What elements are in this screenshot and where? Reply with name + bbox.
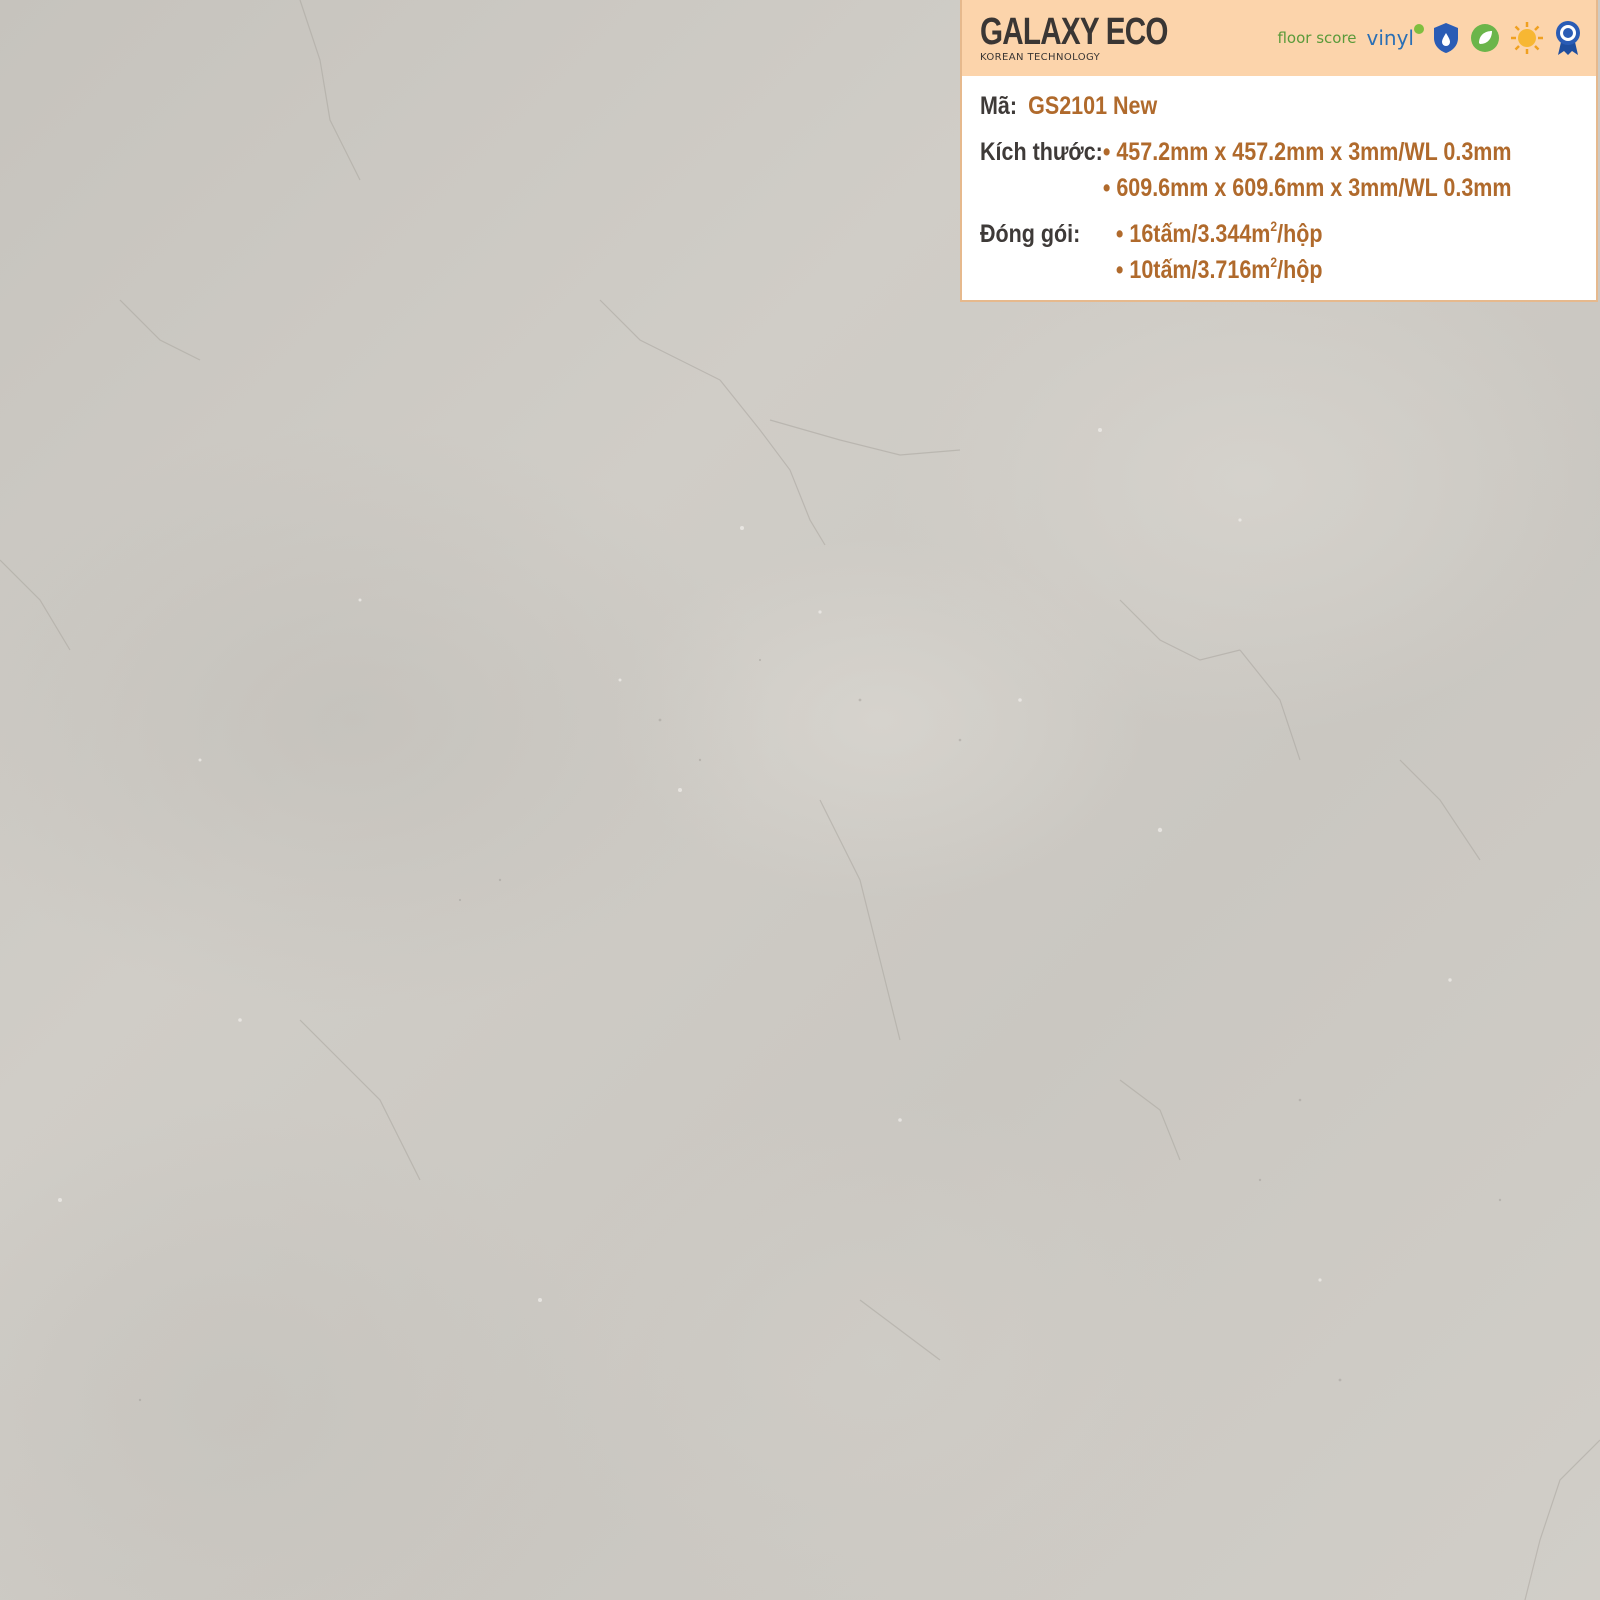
certification-badges: floor score vinyl (1277, 20, 1582, 56)
waterproof-icon (1434, 23, 1458, 53)
brand-name: GALAXY ECO (980, 11, 1168, 53)
product-details: Mã: GS2101 New Kích thước: • 457.2mm x 4… (962, 76, 1596, 288)
size-label: Kích thước: (980, 138, 1103, 166)
vinyl-badge: vinyl (1366, 24, 1424, 50)
product-code-row: Mã: GS2101 New (980, 88, 1494, 124)
uv-sun-icon (1511, 22, 1543, 54)
brand-logo: GALAXY ECO KOREAN TECHNOLOGY (980, 13, 1221, 63)
product-pack-row: Đóng gói: • 16tấm/3.344m2/hộp • 10tấm/3.… (980, 216, 1494, 288)
vinyl-text: vinyl (1366, 26, 1414, 50)
floorscore-badge: floor score (1277, 28, 1357, 47)
pack-item: • 16tấm/3.344m2/hộp (1115, 217, 1323, 248)
product-size-row: Kích thước: • 457.2mm x 457.2mm x 3mm/WL… (980, 134, 1512, 206)
brand-tagline: KOREAN TECHNOLOGY (980, 52, 1101, 63)
code-label: Mã: (980, 92, 1018, 120)
size-list: • 457.2mm x 457.2mm x 3mm/WL 0.3mm • 609… (1103, 134, 1512, 206)
size-item: • 457.2mm x 457.2mm x 3mm/WL 0.3mm (1102, 138, 1512, 166)
vinyl-dot-icon (1414, 24, 1424, 34)
iso-medal-icon (1556, 21, 1580, 55)
code-value: GS2101 New (1028, 92, 1158, 120)
pack-label: Đóng gói: (980, 220, 1081, 248)
size-item: • 609.6mm x 609.6mm x 3mm/WL 0.3mm (1102, 174, 1512, 202)
product-info-card: GALAXY ECO KOREAN TECHNOLOGY floor score… (960, 0, 1598, 302)
pack-list: • 16tấm/3.344m2/hộp • 10tấm/3.716m2/hộp (1116, 216, 1323, 288)
eco-leaf-icon (1471, 24, 1499, 52)
pack-item: • 10tấm/3.716m2/hộp (1115, 253, 1323, 284)
card-header: GALAXY ECO KOREAN TECHNOLOGY floor score… (962, 0, 1596, 76)
floorscore-text: floor score (1277, 28, 1357, 47)
